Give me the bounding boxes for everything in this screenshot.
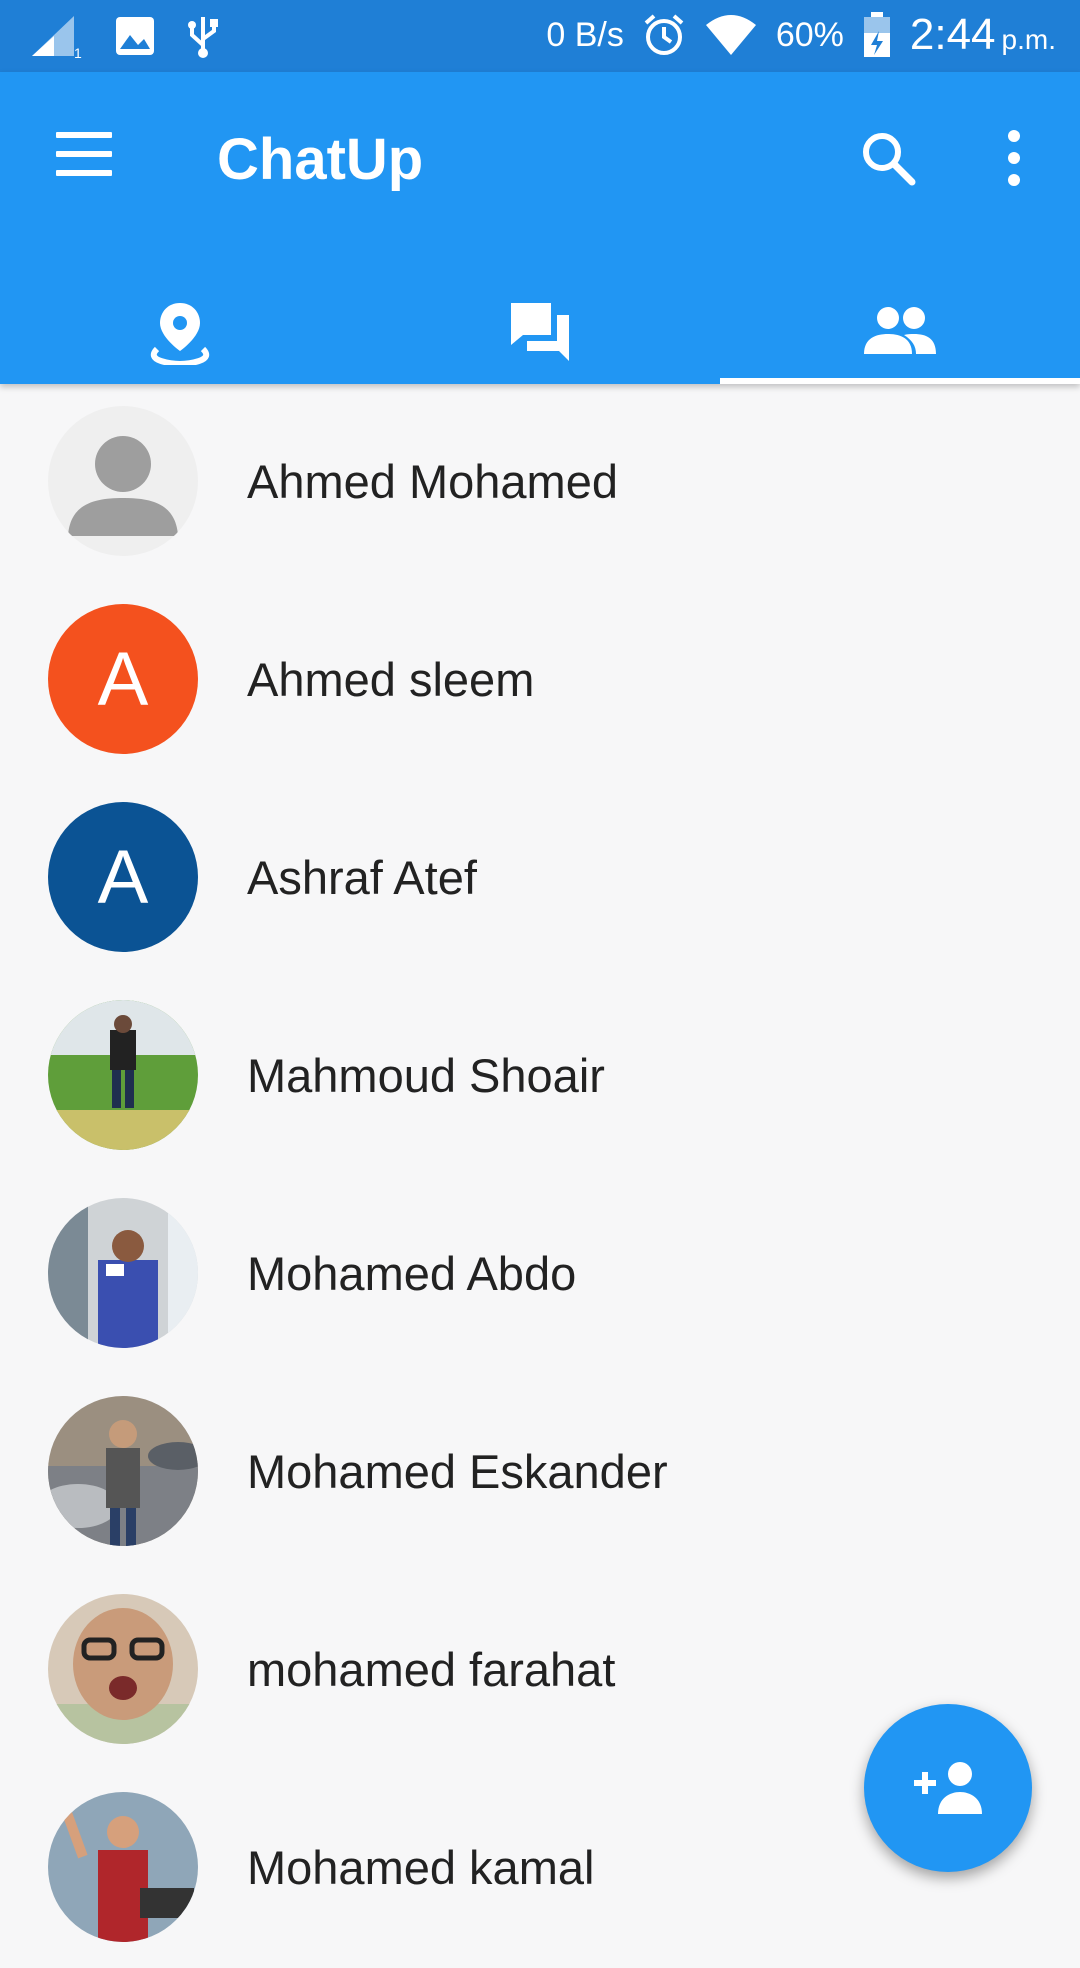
contact-name: Mohamed Eskander [247,1445,668,1498]
avatar-photo [48,1396,198,1546]
add-contact-button[interactable] [864,1704,1032,1872]
clock-ampm: p.m. [1001,24,1056,55]
avatar-letter: A [97,834,149,920]
avatar: A [48,802,198,952]
list-item[interactable]: A Ashraf Atef [0,780,1080,978]
tab-chats[interactable] [360,282,720,382]
image-icon [116,17,154,55]
tab-map[interactable] [0,282,360,382]
contact-name: Mahmoud Shoair [247,1049,605,1102]
tab-bar [0,303,1080,384]
signal-icon: 1 [32,16,82,60]
contact-name: mohamed farahat [247,1643,616,1696]
tab-contacts[interactable] [720,282,1080,382]
menu-icon[interactable] [56,132,112,176]
contact-name: Mohamed Abdo [247,1247,577,1300]
alarm-icon [644,14,684,55]
avatar-photo [48,1198,198,1348]
contact-name: Ashraf Atef [247,851,477,904]
more-vert-icon[interactable] [998,128,1030,188]
list-item[interactable]: Ahmed Mohamed [0,384,1080,582]
list-item[interactable]: Mohamed Abdo [0,1176,1080,1374]
avatar: A [48,604,198,754]
avatar [48,406,198,556]
usb-icon [188,17,218,58]
avatar-photo [48,1000,198,1150]
avatar-photo [48,1594,198,1744]
app-bar: ChatUp [0,72,1080,384]
battery-icon [863,12,890,57]
avatar-letter: A [97,636,149,722]
battery-percent: 60% [775,15,844,54]
status-bar: 1 0 B/s 60% 2:44 p.m. [0,0,1080,72]
contact-name: Ahmed sleem [247,653,535,706]
search-icon[interactable] [858,128,918,188]
people-icon [864,307,936,354]
contact-name: Ahmed Mohamed [247,455,618,508]
list-item[interactable]: Mohamed Eskander [0,1374,1080,1572]
contact-name: Mohamed kamal [247,1841,595,1894]
list-item[interactable]: A Ahmed sleem [0,582,1080,780]
svg-text:1: 1 [74,45,82,60]
wifi-icon [705,15,756,55]
add-person-icon [914,1762,982,1814]
clock-time: 2:44 [909,10,996,59]
chat-bubbles-icon [511,303,569,361]
list-item[interactable]: Mahmoud Shoair [0,978,1080,1176]
app-title: ChatUp [217,127,424,192]
person-placeholder-icon [68,436,178,536]
location-pin-icon [150,303,210,365]
net-speed: 0 B/s [546,15,624,54]
